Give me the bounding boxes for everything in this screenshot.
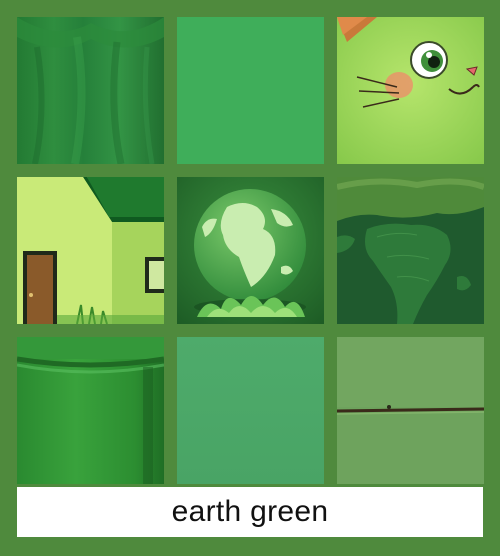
color-swatch-icon — [177, 337, 324, 484]
painted-wall-icon — [337, 337, 484, 484]
caption-banner: earth green — [17, 487, 483, 537]
caption-text: earth green — [171, 495, 329, 528]
house-icon — [17, 177, 164, 324]
mug-icon — [17, 337, 164, 484]
world-map-icon — [337, 177, 484, 324]
color-swatch-icon — [177, 17, 324, 164]
tile-cartoon-house — [17, 177, 164, 324]
tile-green-wall — [337, 337, 484, 484]
tile-green-swatch-2 — [177, 337, 324, 484]
tile-green-swatch — [177, 17, 324, 164]
cat-face-icon — [337, 17, 484, 164]
tile-cartoon-cat — [337, 17, 484, 164]
tile-green-mug — [17, 337, 164, 484]
fabric-drape-icon — [17, 17, 164, 164]
tile-earth-globe — [177, 177, 324, 324]
globe-icon — [177, 177, 324, 324]
tile-africa-map — [337, 177, 484, 324]
tile-green-fabric — [17, 17, 164, 164]
